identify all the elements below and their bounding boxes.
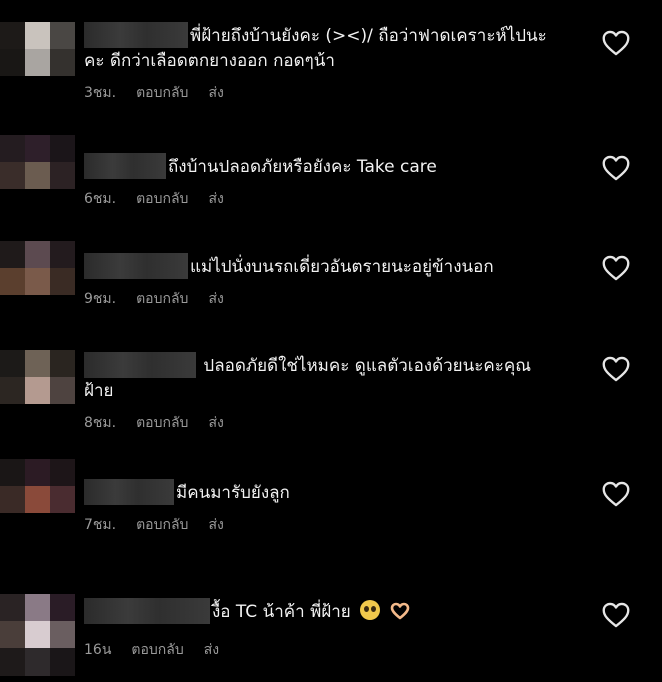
- heart-outline-icon[interactable]: [602, 481, 630, 507]
- comment-meta: 9ชม. ตอบกลับ ส่ง: [84, 288, 592, 310]
- heart-hands-icon: [390, 602, 409, 620]
- username-redacted[interactable]: [84, 153, 166, 179]
- username-redacted[interactable]: [84, 22, 188, 48]
- comment-body: แม่ไปนั่งบนรถเดี่ยวอันตรายนะอยู่ข้างนอก …: [84, 253, 592, 310]
- avatar[interactable]: [0, 594, 75, 648]
- heart-outline-icon[interactable]: [602, 255, 630, 281]
- send-button[interactable]: ส่ง: [204, 639, 219, 661]
- comment-text-line: ฝ้าย: [84, 381, 114, 401]
- send-button[interactable]: ส่ง: [208, 412, 223, 434]
- heart-outline-icon[interactable]: [602, 155, 630, 181]
- username-redacted[interactable]: [84, 598, 210, 624]
- reply-button[interactable]: ตอบกลับ: [136, 188, 188, 210]
- comment-meta: 3ชม. ตอบกลับ ส่ง: [84, 82, 592, 104]
- comment-time: 16น: [84, 642, 112, 658]
- avatar-lower: [0, 648, 75, 676]
- avatar[interactable]: [0, 241, 75, 295]
- comment-text-line: ถึงบ้านปลอดภัยหรือยังคะ Take care: [168, 157, 437, 177]
- comment-text: แม่ไปนั่งบนรถเดี่ยวอันตรายนะอยู่ข้างนอก: [84, 253, 592, 280]
- send-button[interactable]: ส่ง: [208, 188, 223, 210]
- avatar[interactable]: [0, 135, 75, 189]
- avatar[interactable]: [0, 22, 75, 76]
- comment-text-line: พี่ฝ้ายถึงบ้านยังคะ (><)/ ถือว่าฟาดเคราะ…: [190, 26, 547, 46]
- comment-time: 9ชม.: [84, 291, 117, 307]
- avatar[interactable]: [0, 350, 75, 404]
- comment-meta: 6ชม. ตอบกลับ ส่ง: [84, 188, 592, 210]
- username-redacted[interactable]: [84, 352, 196, 378]
- reply-button[interactable]: ตอบกลับ: [136, 412, 188, 434]
- comment-body: ปลอดภัยดีใช่ไหมคะ ดูแลตัวเองด้วยนะคะคุณ …: [84, 352, 592, 434]
- heart-outline-icon[interactable]: [602, 356, 630, 382]
- comment-body: ถึงบ้านปลอดภัยหรือยังคะ Take care 6ชม. ต…: [84, 153, 592, 210]
- comment-time: 8ชม.: [84, 415, 117, 431]
- comment-time: 7ชม.: [84, 517, 117, 533]
- send-button[interactable]: ส่ง: [208, 514, 223, 536]
- send-button[interactable]: ส่ง: [208, 288, 223, 310]
- comment-text: ปลอดภัยดีใช่ไหมคะ ดูแลตัวเองด้วยนะคะคุณ: [84, 352, 592, 379]
- comment-text-line: คะ ดีกว่าเลือดตกยางออก กอดๆน้า: [84, 51, 335, 71]
- comment-text: มีคนมารับยังลูก: [84, 479, 592, 506]
- username-redacted[interactable]: [84, 479, 174, 505]
- comment-time: 3ชม.: [84, 85, 117, 101]
- comment-text: งื้อ TC น้าค้า พี่ฝ้าย: [84, 598, 592, 625]
- comment-text: พี่ฝ้ายถึงบ้านยังคะ (><)/ ถือว่าฟาดเคราะ…: [84, 22, 592, 49]
- comment-text-line: ปลอดภัยดีใช่ไหมคะ ดูแลตัวเองด้วยนะคะคุณ: [203, 356, 532, 376]
- comment-time: 6ชม.: [84, 191, 117, 207]
- reply-button[interactable]: ตอบกลับ: [136, 82, 188, 104]
- comment-meta: 16น ตอบกลับ ส่ง: [84, 639, 592, 661]
- reply-button[interactable]: ตอบกลับ: [131, 639, 183, 661]
- comment-body: มีคนมารับยังลูก 7ชม. ตอบกลับ ส่ง: [84, 479, 592, 536]
- send-button[interactable]: ส่ง: [208, 82, 223, 104]
- heart-outline-icon[interactable]: [602, 30, 630, 56]
- comment-text-line: งื้อ TC น้าค้า พี่ฝ้าย: [212, 602, 351, 622]
- comment-meta: 8ชม. ตอบกลับ ส่ง: [84, 412, 592, 434]
- comment-text-line: มีคนมารับยังลูก: [176, 483, 290, 503]
- comment-text-line: แม่ไปนั่งบนรถเดี่ยวอันตรายนะอยู่ข้างนอก: [190, 257, 494, 277]
- reply-button[interactable]: ตอบกลับ: [136, 288, 188, 310]
- comment-body: พี่ฝ้ายถึงบ้านยังคะ (><)/ ถือว่าฟาดเคราะ…: [84, 22, 592, 104]
- comment-body: งื้อ TC น้าค้า พี่ฝ้าย 16น ตอบกลับ ส่ง: [84, 598, 592, 661]
- reply-button[interactable]: ตอบกลับ: [136, 514, 188, 536]
- avatar[interactable]: [0, 459, 75, 513]
- pleading-face-icon: [360, 600, 381, 620]
- heart-outline-icon[interactable]: [602, 602, 630, 628]
- comment-meta: 7ชม. ตอบกลับ ส่ง: [84, 514, 592, 536]
- username-redacted[interactable]: [84, 253, 188, 279]
- comment-text: ถึงบ้านปลอดภัยหรือยังคะ Take care: [84, 153, 592, 180]
